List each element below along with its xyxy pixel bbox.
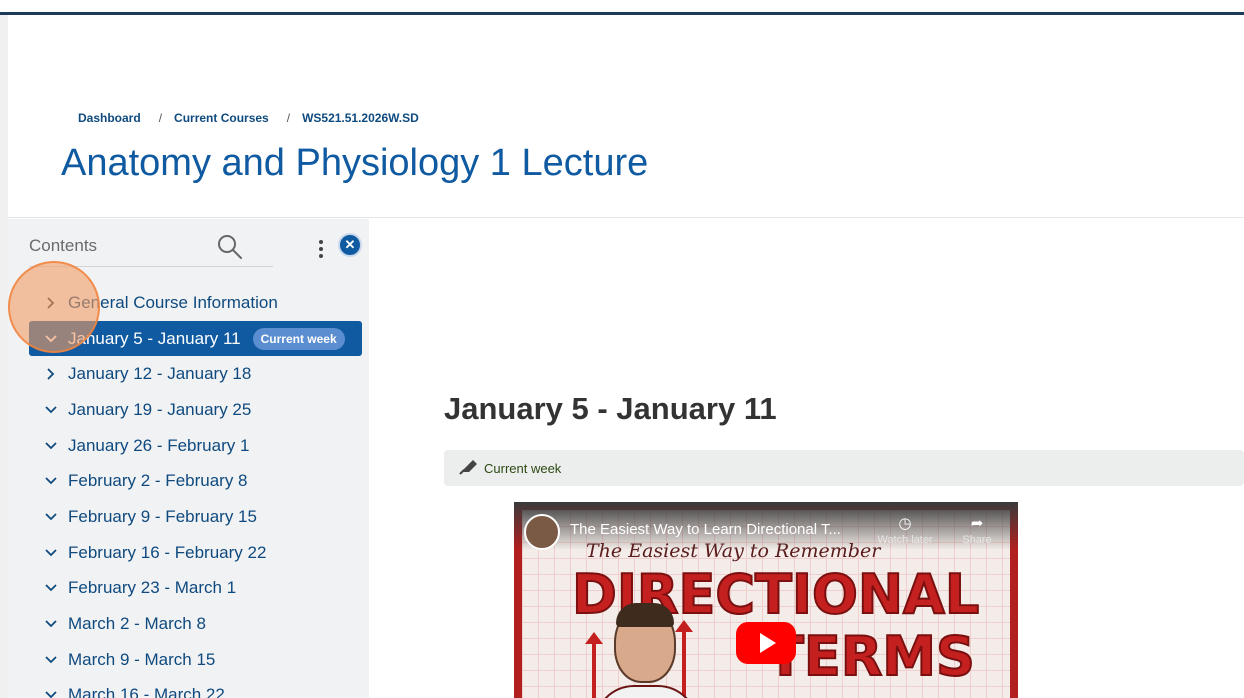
breadcrumb: Dashboard / Current Courses / WS521.51.2… (78, 111, 419, 125)
arrow-down-icon (585, 632, 603, 698)
sidebar-item-label: January 5 - January 11 (68, 328, 241, 348)
breadcrumb-separator: / (286, 111, 291, 125)
sidebar-item-week-feb-9[interactable]: February 9 - February 15 (29, 499, 369, 535)
current-week-badge: Current week (252, 327, 345, 350)
chevron-down-icon[interactable] (42, 508, 60, 526)
watch-later-label: Watch later (877, 534, 933, 546)
sidebar-item-label: February 16 - February 22 (68, 542, 267, 562)
chevron-down-icon[interactable] (42, 579, 60, 597)
share-label: Share (962, 534, 992, 546)
youtube-video-embed[interactable]: The Easiest Way to Remember DIRECTIONAL … (514, 502, 1018, 698)
section-title: January 5 - January 11 (444, 391, 777, 426)
sidebar-item-label: General Course Information (68, 292, 278, 312)
watch-later-button[interactable]: ◷ Watch later (870, 514, 940, 546)
clock-icon: ◷ (898, 515, 912, 532)
play-icon (760, 633, 776, 653)
course-index-list: General Course Information January 5 - J… (29, 285, 369, 698)
top-bar (0, 0, 1244, 15)
sidebar-item-week-feb-16[interactable]: February 16 - February 22 (29, 535, 369, 571)
sidebar-item-general-course-information[interactable]: General Course Information (29, 285, 369, 321)
chevron-down-icon[interactable] (42, 615, 60, 633)
chevron-down-icon[interactable] (42, 330, 60, 348)
sidebar-item-week-feb-2[interactable]: February 2 - February 8 (29, 463, 369, 499)
arrow-up-icon (675, 620, 693, 698)
chevron-down-icon[interactable] (42, 437, 60, 455)
chevron-right-icon[interactable] (42, 294, 60, 312)
channel-avatar[interactable] (524, 514, 560, 550)
sidebar-item-week-jan-19[interactable]: January 19 - January 25 (29, 392, 369, 428)
sidebar-item-week-mar-2[interactable]: March 2 - March 8 (29, 606, 369, 642)
sidebar-item-label: January 12 - January 18 (68, 364, 252, 384)
search-icon[interactable] (216, 233, 244, 261)
kebab-menu-icon[interactable] (314, 237, 328, 265)
chevron-down-icon[interactable] (42, 401, 60, 419)
main-content: January 5 - January 11 Current week The … (369, 219, 1244, 698)
sidebar-item-week-jan-26[interactable]: January 26 - February 1 (29, 428, 369, 464)
sidebar-item-week-feb-23[interactable]: February 23 - March 1 (29, 571, 369, 607)
sidebar-item-label: January 19 - January 25 (68, 399, 252, 419)
chevron-down-icon[interactable] (42, 472, 60, 490)
current-week-bar: Current week (444, 450, 1244, 486)
sidebar-header: Contents ✕ (8, 219, 369, 269)
sidebar-item-label: February 9 - February 15 (68, 506, 257, 526)
breadcrumb-current-courses[interactable]: Current Courses (174, 111, 269, 125)
chevron-down-icon[interactable] (42, 686, 60, 698)
course-index-sidebar: Contents ✕ General Course Information Ja… (8, 219, 369, 698)
sidebar-item-label: February 2 - February 8 (68, 471, 248, 491)
sidebar-item-week-mar-16[interactable]: March 16 - March 22 (29, 678, 369, 698)
breadcrumb-separator: / (158, 111, 163, 125)
sidebar-item-label: March 16 - March 22 (68, 685, 225, 698)
sidebar-item-week-jan-5[interactable]: January 5 - January 11 Current week (29, 320, 362, 357)
play-button[interactable] (736, 622, 796, 664)
page-title: Anatomy and Physiology 1 Lecture (61, 142, 649, 184)
breadcrumb-dashboard[interactable]: Dashboard (78, 111, 141, 125)
sidebar-item-label: March 9 - March 15 (68, 649, 216, 669)
video-title[interactable]: The Easiest Way to Learn Directional T..… (570, 521, 860, 538)
close-icon[interactable]: ✕ (338, 233, 362, 257)
presenter-image (594, 603, 698, 698)
chevron-down-icon[interactable] (42, 651, 60, 669)
highlighter-icon (458, 457, 480, 480)
share-button[interactable]: ➦ Share (955, 514, 999, 546)
chevron-down-icon[interactable] (42, 544, 60, 562)
contents-label: Contents (29, 236, 98, 255)
sidebar-item-week-jan-12[interactable]: January 12 - January 18 (29, 356, 369, 392)
search-underline (29, 266, 273, 267)
sidebar-item-week-mar-9[interactable]: March 9 - March 15 (29, 642, 369, 678)
sidebar-item-label: March 2 - March 8 (68, 614, 206, 634)
thumbnail-word-terms: TERMS (766, 624, 976, 689)
breadcrumb-course-code[interactable]: WS521.51.2026W.SD (302, 111, 419, 125)
sidebar-item-label: January 26 - February 1 (68, 435, 250, 455)
current-week-label: Current week (484, 460, 562, 476)
chevron-right-icon[interactable] (42, 365, 60, 383)
left-strip (0, 15, 8, 698)
share-icon: ➦ (970, 515, 984, 532)
sidebar-item-label: February 23 - March 1 (68, 578, 237, 598)
page: Dashboard / Current Courses / WS521.51.2… (0, 0, 1244, 698)
